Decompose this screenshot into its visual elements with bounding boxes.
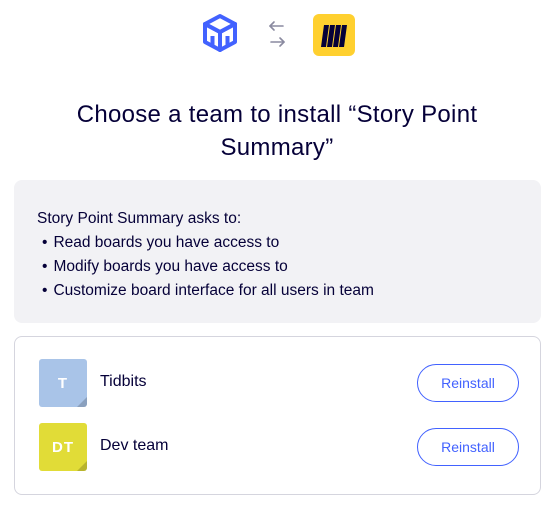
miro-logo-icon xyxy=(313,14,355,56)
reinstall-button[interactable]: Reinstall xyxy=(417,428,519,466)
permission-item: Read boards you have access to xyxy=(37,231,541,255)
team-row-dev-team: DT Dev team Reinstall xyxy=(39,423,519,471)
team-avatar: DT xyxy=(39,423,87,471)
permission-item: Customize board interface for all users … xyxy=(37,279,541,303)
page-title: Choose a team to install “Story Point Su… xyxy=(76,101,478,161)
permissions-list: Read boards you have access to Modify bo… xyxy=(37,231,541,303)
box-icon xyxy=(203,14,237,52)
team-avatar-initials: DT xyxy=(52,438,74,456)
avatar-fold-decoration xyxy=(77,461,87,471)
permissions-panel: Story Point Summary asks to: Read boards… xyxy=(14,180,541,323)
logo-header xyxy=(0,12,554,58)
swap-arrows-icon xyxy=(269,21,285,47)
team-avatar: T xyxy=(39,359,87,407)
permission-item: Modify boards you have access to xyxy=(37,255,541,279)
reinstall-button[interactable]: Reinstall xyxy=(417,364,519,402)
team-name: Dev team xyxy=(100,437,169,454)
permissions-intro: Story Point Summary asks to: xyxy=(37,210,242,227)
team-avatar-initials: T xyxy=(57,374,69,392)
avatar-fold-decoration xyxy=(77,397,87,407)
team-name: Tidbits xyxy=(100,373,147,390)
team-list: T Tidbits Reinstall DT Dev team Reinstal… xyxy=(14,336,541,495)
team-row-tidbits: T Tidbits Reinstall xyxy=(39,359,519,407)
